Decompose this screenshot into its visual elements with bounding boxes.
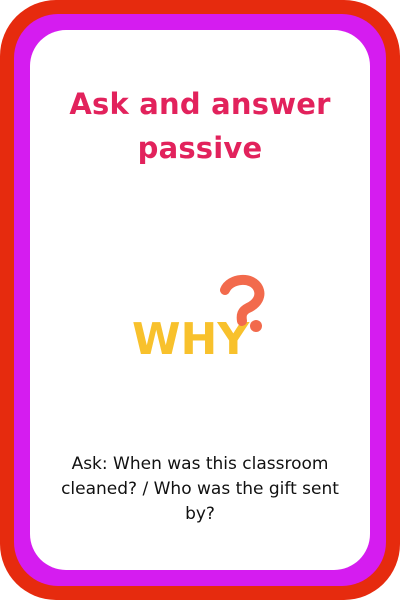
question-mark-dot [250, 320, 262, 332]
why-question-icon: WHY [132, 275, 265, 365]
question-line-2: cleaned? / Who was the gift sent [61, 479, 339, 499]
question-line-3: by? [185, 504, 215, 524]
card-title-line-1: Ask and answer [69, 87, 331, 121]
card-title-line-2: passive [137, 131, 263, 165]
why-text: WHY [132, 314, 250, 365]
question-line-1: Ask: When was this classroom [71, 454, 329, 474]
question-text: Ask: When was this classroom cleaned? / … [0, 452, 400, 527]
card-title: Ask and answer passive [0, 82, 400, 170]
